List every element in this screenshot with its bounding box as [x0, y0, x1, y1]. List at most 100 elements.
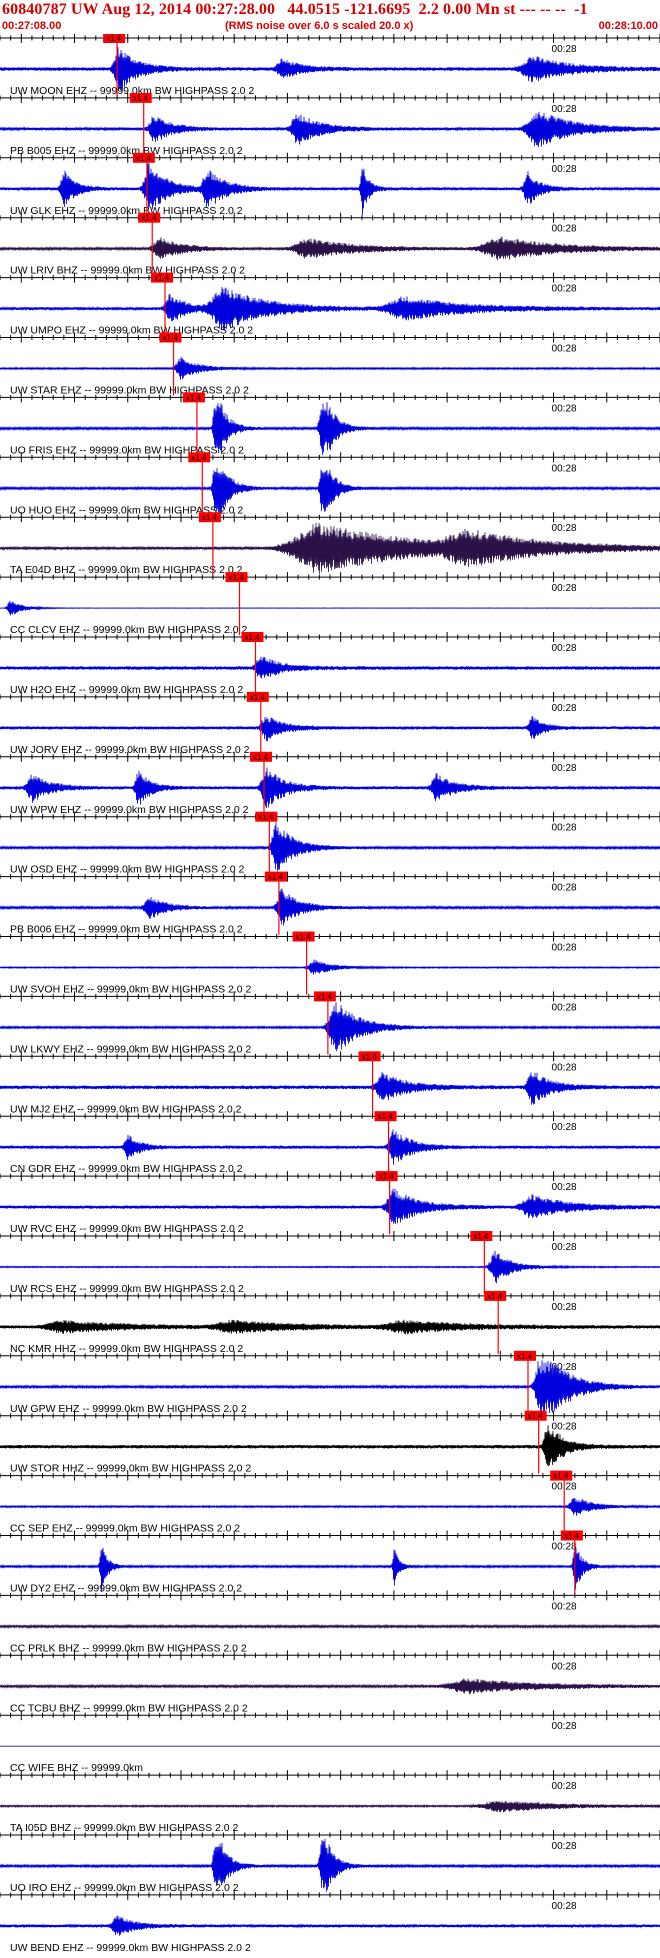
trace-row: 00:28 CN GDR EHZ -- 99999.0km BW HIGHPASS…	[0, 1111, 660, 1175]
station-label: UW GPW EHZ -- 99999.0km BW HIGHPASS 2.0 …	[10, 1403, 247, 1415]
time-tick-label: 00:28	[552, 1781, 577, 1792]
waveform	[0, 356, 660, 380]
pick-label: x1.4	[163, 334, 179, 343]
trace-row: 00:28UW LRIV BHZ -- 99999.0km BW HIGHPAS…	[0, 212, 660, 277]
time-tick-label: 00:28	[552, 1062, 577, 1073]
trace-row: 00:28 UW STOR HHZ -- 99999.0km BW HIGHPAS…	[0, 1410, 660, 1475]
pick-label: x1.4	[317, 992, 333, 1001]
time-tick-label: 00:28	[552, 284, 577, 295]
time-tick-label: 00:28	[552, 44, 577, 55]
station-label: CC SEP EHZ -- 99999.0km BW HIGHPASS 2.0 …	[10, 1523, 240, 1535]
waveform	[0, 1623, 660, 1630]
trace-row: 00:28UW OSD EHZ -- 99999.0km BW HIGHPASS…	[0, 811, 660, 876]
station-label: UW SVOH EHZ -- 99999.0km BW HIGHPASS 2.0…	[10, 984, 252, 996]
time-tick-label: 00:28	[552, 823, 577, 834]
rms-noise-note: (RMS noise over 6.0 s scaled 20.0 x)	[225, 20, 414, 32]
trace-row: 00:28 UW MJ2 EHZ -- 99999.0km BW HIGHPASS…	[0, 1051, 660, 1115]
pick-label: x1.4	[379, 1172, 395, 1181]
station-label: UW GLK EHZ -- 99999.0km BW HIGHPASS 2.0 …	[10, 205, 243, 217]
pick-label: x1.4	[186, 393, 202, 402]
time-tick-label: 00:28	[552, 763, 577, 774]
pick-label: x1.4	[191, 453, 207, 462]
trace-row: 00:28 UW SVOH EHZ -- 99999.0km BW HIGHPAS…	[0, 931, 660, 996]
station-label: CN GDR EHZ -- 99999.0km BW HIGHPASS 2.0 …	[10, 1163, 243, 1175]
time-tick-label: 00:28	[552, 883, 577, 894]
pick-label: x1.4	[258, 813, 274, 822]
waveform	[0, 959, 660, 975]
pick-label: x1.4	[378, 1112, 394, 1121]
pick-label: x1.4	[154, 274, 170, 283]
trace-row: 00:28 UW STAR EHZ -- 99999.0km BW HIGHPAS…	[0, 332, 660, 397]
time-tick-label: 00:28	[552, 703, 577, 714]
event-title: 60840787 UW Aug 12, 2014 00:27:28.00 44.…	[2, 1, 588, 18]
time-tick-label: 00:28	[552, 1242, 577, 1253]
station-label: UO IRO EHZ -- 99999.0km BW HIGHPASS 2.0 …	[10, 1882, 239, 1894]
station-label: UW JORV EHZ -- 99999.0km BW HIGHPASS 2.0…	[10, 744, 250, 756]
trace-row: 00:28 UO IRO EHZ -- 99999.0km BW HIGHPASS…	[0, 1830, 660, 1894]
trace-row: 00:28 UW BEND EHZ -- 99999.0km BW HIGHPAS…	[0, 1889, 660, 1954]
trace-row: 00:28 CC WIFE BHZ -- 99999.0km	[0, 1710, 660, 1774]
waveform	[0, 1072, 660, 1105]
pick-label: x1.4	[244, 633, 260, 642]
waveform	[0, 1250, 660, 1284]
seismogram-plot: 00:28UW MOON EHZ -- 99999.0km BW HIGHPAS…	[0, 34, 660, 1954]
station-label: CC WIFE BHZ -- 99999.0km	[10, 1762, 143, 1774]
station-label: CC CLCV EHZ -- 99999.0km BW HIGHPASS 2.0…	[10, 624, 247, 636]
trace-row: 00:28UO HUO EHZ -- 99999.0km BW HIGHPASS…	[0, 452, 660, 516]
trace-row: 00:28 UW RVC EHZ -- 99999.0km BW HIGHPASS…	[0, 1171, 660, 1235]
station-label: UW MJ2 EHZ -- 99999.0km BW HIGHPASS 2.0 …	[10, 1103, 242, 1115]
station-label: UW DY2 EHZ -- 99999.0km BW HIGHPASS 2.0 …	[10, 1583, 242, 1595]
trace-row: 00:28 PB B006 EHZ -- 99999.0km BW HIGHPAS…	[0, 871, 660, 936]
trace-row: 00:28 UW JORV EHZ -- 99999.0km BW HIGHPAS…	[0, 691, 660, 756]
time-tick-label: 00:28	[552, 643, 577, 654]
time-tick-label: 00:28	[552, 1901, 577, 1912]
station-label: UW WPW EHZ -- 99999.0km BW HIGHPASS 2.0 …	[10, 804, 249, 816]
trace-row: 00:28 UW WPW EHZ -- 99999.0km BW HIGHPASS…	[0, 751, 660, 816]
time-tick-label: 00:28	[552, 523, 577, 534]
pick-label: x1.4	[202, 513, 218, 522]
pick-label: x1.4	[141, 214, 157, 223]
time-tick-label: 00:28	[552, 1661, 577, 1672]
plot-header: 60840787 UW Aug 12, 2014 00:27:28.00 44.…	[0, 0, 660, 34]
waveform	[0, 600, 660, 616]
time-tick-label: 00:28	[552, 1002, 577, 1013]
time-tick-label: 00:28	[552, 1422, 577, 1433]
trace-row: 00:28 UW DY2 EHZ -- 99999.0km BW HIGHPASS…	[0, 1530, 660, 1595]
waveform	[0, 656, 660, 679]
time-tick-label: 00:28	[552, 344, 577, 355]
station-label: UW BEND EHZ -- 99999.0km BW HIGHPASS 2.0…	[10, 1942, 251, 1954]
pick-label: x1.4	[133, 94, 149, 103]
pick-label: x1.4	[250, 693, 266, 702]
pick-label: x1.4	[487, 1292, 503, 1301]
waveform	[0, 236, 660, 261]
station-label: TA I05D BHZ -- 99999.0km BW HIGHPASS 2.0…	[10, 1822, 239, 1834]
time-tick-label: 00:28	[552, 1122, 577, 1133]
pick-label: x1.4	[473, 1232, 489, 1241]
pick-label: x1.4	[229, 573, 245, 582]
time-tick-label: 00:28	[552, 1721, 577, 1732]
station-label: UW RVC EHZ -- 99999.0km BW HIGHPASS 2.0 …	[10, 1223, 244, 1235]
time-tick-label: 00:28	[552, 943, 577, 954]
pick-label: x1.4	[564, 1532, 580, 1541]
trace-row: 00:28 CC PRLK BHZ -- 99999.0km BW HIGHPAS…	[0, 1590, 660, 1654]
waveform	[0, 1319, 660, 1335]
end-time-label: 00:28:10.00	[598, 20, 658, 32]
trace-row: 00:28 CC TCBU BHZ -- 99999.0km BW HIGHPAS…	[0, 1650, 660, 1714]
time-tick-label: 00:28	[552, 403, 577, 414]
trace-row: 00:28 CC CLCV EHZ -- 99999.0km BW HIGHPAS…	[0, 572, 660, 636]
waveform	[0, 111, 660, 148]
time-tick-label: 00:28	[552, 1542, 577, 1553]
trace-row: 00:28 UW H2O EHZ -- 99999.0km BW HIGHPASS…	[0, 632, 660, 696]
station-label: TA E04D BHZ -- 99999.0km BW HIGHPASS 2.0…	[10, 564, 243, 576]
waveform	[0, 888, 660, 926]
trace-row: 00:28UO FRIS EHZ -- 99999.0km BW HIGHPAS…	[0, 392, 660, 456]
time-tick-label: 00:28	[552, 463, 577, 474]
station-label: PB B006 EHZ -- 99999.0km BW HIGHPASS 2.0…	[10, 924, 243, 936]
station-label: CC TCBU BHZ -- 99999.0km BW HIGHPASS 2.0…	[10, 1702, 248, 1714]
station-label: NC KMR HHZ -- 99999.0km BW HIGHPASS 2.0 …	[10, 1343, 243, 1355]
time-tick-label: 00:28	[552, 1302, 577, 1313]
trace-row: 00:28 TA I05D BHZ -- 99999.0km BW HIGHPAS…	[0, 1770, 660, 1834]
station-label: UW H2O EHZ -- 99999.0km BW HIGHPASS 2.0 …	[10, 684, 243, 696]
station-label: UW STAR EHZ -- 99999.0km BW HIGHPASS 2.0…	[10, 385, 249, 397]
trace-row: 00:28 UW RCS EHZ -- 99999.0km BW HIGHPASS…	[0, 1231, 660, 1295]
